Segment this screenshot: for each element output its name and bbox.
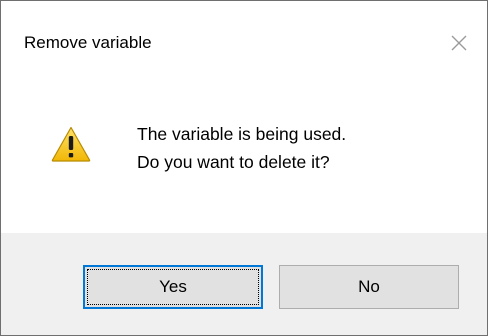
- message-line-2: Do you want to delete it?: [137, 152, 330, 172]
- yes-button-label: Yes: [159, 277, 187, 296]
- message-line-1: The variable is being used.: [137, 124, 347, 144]
- no-button[interactable]: No: [279, 265, 459, 309]
- warning-icon: [51, 126, 91, 162]
- no-button-label: No: [358, 277, 380, 296]
- title-bar: Remove variable: [1, 1, 487, 87]
- close-icon: [451, 35, 467, 51]
- dialog-content: The variable is being used. Do you want …: [1, 87, 487, 233]
- button-bar: Yes No: [1, 233, 487, 335]
- close-button[interactable]: [441, 25, 477, 59]
- remove-variable-dialog: Remove variable The variable is being us…: [0, 0, 488, 336]
- yes-button[interactable]: Yes: [83, 265, 263, 309]
- dialog-message: The variable is being used. Do you want …: [137, 120, 346, 176]
- dialog-title: Remove variable: [24, 33, 152, 52]
